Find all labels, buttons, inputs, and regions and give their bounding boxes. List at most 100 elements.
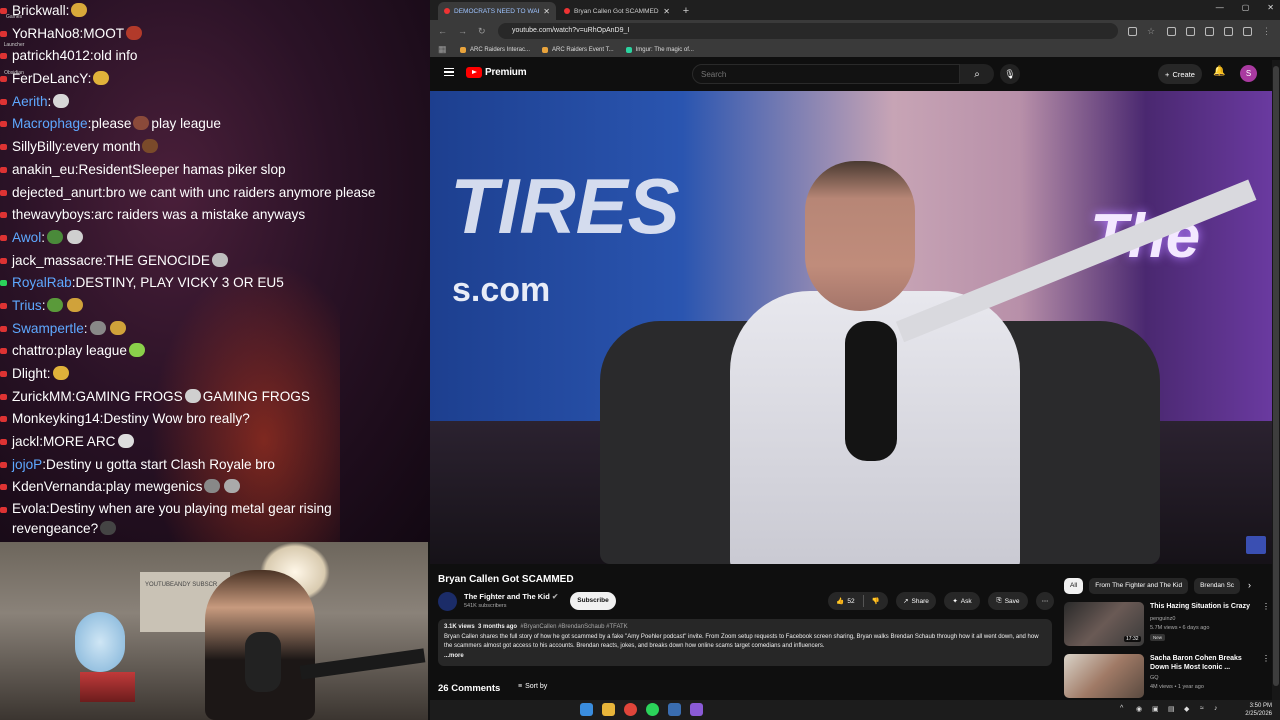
minimize-icon[interactable]: — bbox=[1216, 3, 1224, 12]
profile-icon[interactable] bbox=[1243, 26, 1252, 36]
close-window-icon[interactable]: ✕ bbox=[1267, 3, 1274, 12]
chat-username[interactable]: KdenVernanda bbox=[12, 479, 102, 494]
channel-avatar[interactable] bbox=[438, 592, 457, 611]
steam-icon[interactable] bbox=[668, 703, 681, 716]
bookmark-arc-raiders-interactive[interactable]: ARC Raiders Interac... bbox=[460, 46, 530, 53]
system-clock[interactable]: 3:50 PM 2/25/2026 bbox=[1245, 702, 1272, 718]
chat-username[interactable]: jack_massacre bbox=[12, 253, 103, 268]
tab-bryan-callen[interactable]: Bryan Callen Got SCAMMED - ✕ bbox=[558, 2, 676, 20]
search-input[interactable] bbox=[692, 64, 960, 84]
close-tab-icon[interactable]: ✕ bbox=[543, 7, 550, 16]
browser-menu-icon[interactable]: ⋮ bbox=[1262, 26, 1272, 37]
save-button[interactable]: ⎘ Save bbox=[988, 592, 1028, 610]
recommended-video[interactable]: 17:32 This Hazing Situation is Crazy pen… bbox=[1064, 602, 1274, 646]
voice-search-button[interactable]: 🎙 bbox=[1000, 64, 1020, 84]
more-vertical-icon[interactable]: ⋮ bbox=[1262, 654, 1270, 663]
chat-username[interactable]: thewavyboys bbox=[12, 207, 91, 222]
like-count[interactable]: 52 bbox=[847, 598, 854, 605]
emote-icon bbox=[89, 320, 106, 335]
extensions-puzzle-icon[interactable] bbox=[1205, 26, 1214, 36]
volume-icon[interactable]: ♪ bbox=[1214, 705, 1218, 712]
chrome-icon[interactable] bbox=[624, 703, 637, 716]
bookmark-imgur[interactable]: Imgur: The magic of... bbox=[625, 46, 694, 53]
spotify-icon[interactable] bbox=[646, 703, 659, 716]
emote-icon bbox=[126, 25, 143, 40]
chat-username[interactable]: dejected_anurt bbox=[12, 185, 102, 200]
desktop-shortcut-icon[interactable]: Launcher bbox=[0, 42, 28, 48]
chat-username[interactable]: ZurickMM bbox=[12, 389, 72, 404]
tray-app-icon[interactable]: ◆ bbox=[1184, 705, 1189, 713]
chat-username[interactable]: Trius bbox=[12, 298, 42, 313]
show-more-link[interactable]: ...more bbox=[444, 652, 1046, 662]
chat-username[interactable]: anakin_eu bbox=[12, 162, 75, 177]
maximize-icon[interactable]: ▢ bbox=[1242, 3, 1250, 12]
more-actions-button[interactable]: ⋯ bbox=[1036, 592, 1054, 610]
create-button[interactable]: + Create bbox=[1158, 64, 1202, 84]
apps-grid-icon[interactable]: ▦ bbox=[438, 44, 448, 55]
scrollbar-thumb[interactable] bbox=[1273, 66, 1279, 686]
chat-username[interactable]: RoyalRab bbox=[12, 275, 72, 290]
tab-democrats[interactable]: DEMOCRATS NEED TO WAKE ✕ bbox=[438, 2, 556, 20]
new-tab-icon[interactable]: + bbox=[678, 2, 694, 20]
channel-name[interactable]: The Fighter and The Kid ✔ bbox=[464, 592, 558, 601]
bookmark-arc-raiders-event[interactable]: ARC Raiders Event T... bbox=[542, 46, 614, 53]
tray-app-icon[interactable]: ◉ bbox=[1136, 705, 1142, 713]
subscribe-button[interactable]: Subscribe bbox=[570, 592, 616, 610]
wifi-icon[interactable]: ≈ bbox=[1200, 705, 1204, 712]
install-icon[interactable] bbox=[1128, 26, 1137, 36]
account-avatar[interactable]: S bbox=[1240, 65, 1257, 82]
reload-icon[interactable]: ↻ bbox=[478, 26, 488, 37]
extension-icon[interactable] bbox=[1186, 26, 1195, 36]
chat-username[interactable]: Monkeyking14 bbox=[12, 411, 100, 426]
chevron-right-icon[interactable]: › bbox=[1248, 580, 1251, 590]
extension-icon[interactable] bbox=[1167, 26, 1176, 36]
chip-from-channel[interactable]: From The Fighter and The Kid bbox=[1089, 578, 1189, 594]
chip-all[interactable]: All bbox=[1064, 578, 1084, 594]
thumbs-down-icon[interactable]: 👎 bbox=[872, 597, 880, 605]
desktop-shortcut-icon[interactable]: Games bbox=[0, 14, 28, 20]
recommended-video[interactable]: Sacha Baron Cohen Breaks Down His Most I… bbox=[1064, 654, 1274, 698]
channel-watermark-icon[interactable] bbox=[1246, 536, 1266, 554]
tray-app-icon[interactable]: ▣ bbox=[1152, 705, 1159, 713]
file-explorer-icon[interactable] bbox=[602, 703, 615, 716]
chat-username[interactable]: jojoP bbox=[12, 457, 42, 472]
chat-username[interactable]: Evola bbox=[12, 501, 46, 516]
obsidian-icon[interactable] bbox=[690, 703, 703, 716]
chat-username[interactable]: jackl bbox=[12, 434, 39, 449]
back-icon[interactable]: ← bbox=[438, 26, 448, 36]
chat-username[interactable]: chattro bbox=[12, 343, 54, 358]
close-tab-icon[interactable]: ✕ bbox=[663, 7, 670, 16]
recommended-channel[interactable]: GQ bbox=[1150, 675, 1159, 681]
chat-username[interactable]: Aerith bbox=[12, 94, 48, 109]
more-vertical-icon[interactable]: ⋮ bbox=[1262, 602, 1270, 611]
video-player[interactable]: TIRES s.com The bbox=[430, 91, 1272, 564]
recommended-title[interactable]: This Hazing Situation is Crazy bbox=[1150, 602, 1262, 611]
chip-brendan[interactable]: Brendan Sc bbox=[1194, 578, 1241, 594]
share-button[interactable]: ↗ Share bbox=[896, 592, 936, 610]
bookmark-star-icon[interactable]: ☆ bbox=[1147, 26, 1157, 37]
chat-username[interactable]: Awol bbox=[12, 230, 41, 245]
hashtags[interactable]: #BryanCallen #BrendanSchaub #TFATK bbox=[520, 624, 627, 630]
chat-username[interactable]: SillyBilly bbox=[12, 139, 62, 154]
tray-app-icon[interactable]: ▤ bbox=[1168, 705, 1175, 713]
sidebar-icon[interactable] bbox=[1224, 26, 1233, 36]
notifications-bell-icon[interactable]: 🔔 bbox=[1213, 66, 1225, 77]
ask-button[interactable]: ✦ Ask bbox=[944, 592, 980, 610]
video-description[interactable]: 3.1K views 3 months ago #BryanCallen #Br… bbox=[438, 619, 1052, 666]
video-thumbnail[interactable] bbox=[1064, 654, 1144, 698]
search-button[interactable]: ⌕ bbox=[960, 64, 994, 84]
youtube-logo[interactable]: Premium bbox=[466, 67, 527, 78]
start-windows-icon[interactable] bbox=[580, 703, 593, 716]
url-field[interactable]: youtube.com/watch?v=uRhOpAnD9_I bbox=[498, 23, 1118, 39]
tray-chevron-icon[interactable]: ^ bbox=[1120, 705, 1123, 712]
desktop-shortcut-icon[interactable]: Obsidian bbox=[0, 70, 28, 76]
chat-username[interactable]: Dlight bbox=[12, 366, 47, 381]
thumbs-up-icon[interactable]: 👍 bbox=[836, 597, 844, 605]
sort-by-button[interactable]: ≡ Sort by bbox=[518, 683, 547, 690]
hamburger-menu-icon[interactable] bbox=[444, 68, 454, 76]
forward-icon[interactable]: → bbox=[458, 26, 468, 36]
chat-username[interactable]: Swampertle bbox=[12, 321, 84, 336]
chat-username[interactable]: Macrophage bbox=[12, 116, 88, 131]
recommended-title[interactable]: Sacha Baron Cohen Breaks Down His Most I… bbox=[1150, 654, 1262, 672]
recommended-channel[interactable]: penguinz0 bbox=[1150, 616, 1175, 622]
